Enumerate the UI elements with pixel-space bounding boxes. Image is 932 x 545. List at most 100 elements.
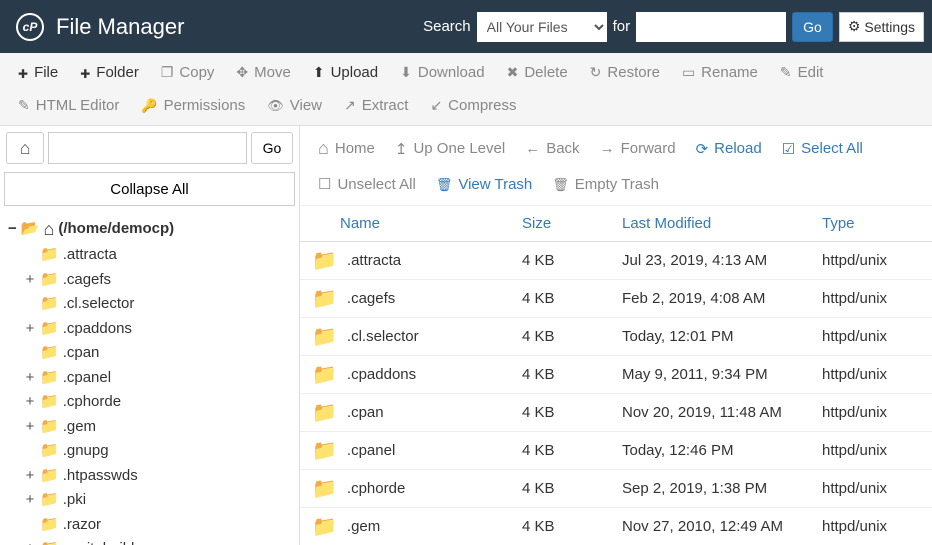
reload-button[interactable]: Reload xyxy=(688,132,770,165)
extract-button[interactable]: Extract xyxy=(334,90,418,121)
tree-node[interactable]: 📁.cpan xyxy=(24,341,295,366)
upload-button[interactable]: Upload xyxy=(303,57,388,88)
app-title: File Manager xyxy=(56,14,423,40)
up-one-level-button[interactable]: Up One Level xyxy=(387,132,513,165)
file-modified: Jul 23, 2019, 4:13 AM xyxy=(622,252,822,269)
tree-node-label: .cagefs xyxy=(63,269,111,292)
download-icon xyxy=(400,64,412,81)
tree-node-label: .gnupg xyxy=(63,440,109,463)
path-input[interactable] xyxy=(48,132,247,164)
file-table: Name Size Last Modified Type 📁.attracta4… xyxy=(300,206,932,545)
forward-button[interactable]: Forward xyxy=(592,132,684,165)
select-all-button[interactable]: Select All xyxy=(774,132,871,165)
edit-button[interactable]: Edit xyxy=(770,57,834,88)
path-go-button[interactable]: Go xyxy=(251,132,293,164)
table-row[interactable]: 📁.attracta4 KBJul 23, 2019, 4:13 AMhttpd… xyxy=(300,242,932,280)
file-label: File xyxy=(34,64,58,81)
table-row[interactable]: 📁.gem4 KBNov 27, 2010, 12:49 AMhttpd/uni… xyxy=(300,508,932,545)
rename-button[interactable]: Rename xyxy=(672,57,768,88)
table-header: Name Size Last Modified Type xyxy=(300,206,932,242)
expand-icon[interactable] xyxy=(24,514,36,537)
permissions-button[interactable]: Permissions xyxy=(131,90,255,121)
view-button[interactable]: View xyxy=(257,90,332,121)
html-editor-button[interactable]: HTML Editor xyxy=(8,90,129,121)
tree-node[interactable]: +📁.cpaddons xyxy=(24,317,295,342)
expand-icon[interactable]: + xyxy=(24,465,36,488)
extract-label: Extract xyxy=(362,97,409,114)
folder-icon: 📁 xyxy=(312,324,337,349)
uncheck-icon xyxy=(318,175,331,193)
collapse-all-button[interactable]: Collapse All xyxy=(4,172,295,206)
path-home-button[interactable] xyxy=(6,132,44,164)
expand-icon[interactable]: + xyxy=(24,318,36,341)
expand-icon[interactable] xyxy=(24,440,36,463)
table-row[interactable]: 📁.cl.selector4 KBToday, 12:01 PMhttpd/un… xyxy=(300,318,932,356)
delete-button[interactable]: Delete xyxy=(497,57,578,88)
tree-node[interactable]: +📁.gem xyxy=(24,415,295,440)
search-scope-select[interactable]: All Your Files xyxy=(477,12,607,42)
expand-icon[interactable]: + xyxy=(24,416,36,439)
tree-node[interactable]: +📁.pki xyxy=(24,488,295,513)
trash-icon xyxy=(552,176,569,193)
upload-icon xyxy=(313,64,325,81)
tree-node[interactable]: 📁.attracta xyxy=(24,243,295,268)
tree-node-label: .attracta xyxy=(63,244,117,267)
expand-icon[interactable]: + xyxy=(24,489,36,512)
tree-node[interactable]: 📁.razor xyxy=(24,513,295,538)
tree-node[interactable]: +📁.htpasswds xyxy=(24,464,295,489)
tree-node[interactable]: +📁.cagefs xyxy=(24,268,295,293)
table-row[interactable]: 📁.cpaddons4 KBMay 9, 2011, 9:34 PMhttpd/… xyxy=(300,356,932,394)
tree-node-label: .cpaddons xyxy=(63,318,132,341)
collapse-icon[interactable]: − xyxy=(8,218,17,241)
view-trash-label: View Trash xyxy=(458,176,532,193)
compress-button[interactable]: Compress xyxy=(420,90,526,121)
unselect-all-button[interactable]: Unselect All xyxy=(310,169,424,199)
col-modified[interactable]: Last Modified xyxy=(622,215,822,232)
expand-icon[interactable]: + xyxy=(24,391,36,414)
expand-icon[interactable] xyxy=(24,244,36,267)
back-button[interactable]: Back xyxy=(517,132,587,165)
restore-button[interactable]: Restore xyxy=(580,57,670,88)
search-go-button[interactable]: Go xyxy=(792,12,833,42)
empty-trash-button[interactable]: Empty Trash xyxy=(544,169,667,199)
search-input[interactable] xyxy=(636,12,786,42)
move-button[interactable]: Move xyxy=(226,57,300,88)
sidebar: Go Collapse All − 📂 (/home/democp) 📁.att… xyxy=(0,126,300,545)
expand-icon[interactable] xyxy=(24,293,36,316)
copy-button[interactable]: Copy xyxy=(151,57,225,88)
home-button[interactable]: Home xyxy=(310,132,383,165)
table-row[interactable]: 📁.cpan4 KBNov 20, 2019, 11:48 AMhttpd/un… xyxy=(300,394,932,432)
tree-node[interactable]: 📁.gnupg xyxy=(24,439,295,464)
new-file-button[interactable]: File xyxy=(8,57,68,88)
file-name: .cphorde xyxy=(347,480,405,497)
tree-node[interactable]: 📁.cl.selector xyxy=(24,292,295,317)
view-trash-button[interactable]: View Trash xyxy=(428,169,540,199)
expand-icon[interactable]: + xyxy=(24,367,36,390)
table-row[interactable]: 📁.cphorde4 KBSep 2, 2019, 1:38 PMhttpd/u… xyxy=(300,470,932,508)
folder-icon: 📁 xyxy=(312,514,337,539)
expand-icon[interactable]: + xyxy=(24,269,36,292)
col-size[interactable]: Size xyxy=(522,215,622,232)
table-row[interactable]: 📁.cagefs4 KBFeb 2, 2019, 4:08 AMhttpd/un… xyxy=(300,280,932,318)
file-type: httpd/unix xyxy=(822,366,920,383)
folder-icon: 📁 xyxy=(40,440,59,463)
folder-icon: 📁 xyxy=(40,391,59,414)
tree-node-label: .cpanel xyxy=(63,367,111,390)
file-size: 4 KB xyxy=(522,366,622,383)
html-editor-label: HTML Editor xyxy=(36,97,120,114)
expand-icon[interactable] xyxy=(24,342,36,365)
col-name[interactable]: Name xyxy=(312,215,522,232)
col-type[interactable]: Type xyxy=(822,215,920,232)
tree-node[interactable]: +📁.cphorde xyxy=(24,390,295,415)
file-size: 4 KB xyxy=(522,518,622,535)
tree-node[interactable]: +📁.cpanel xyxy=(24,366,295,391)
file-modified: Nov 20, 2019, 11:48 AM xyxy=(622,404,822,421)
folder-icon: 📁 xyxy=(40,244,59,267)
download-button[interactable]: Download xyxy=(390,57,494,88)
table-row[interactable]: 📁.cpanel4 KBToday, 12:46 PMhttpd/unix xyxy=(300,432,932,470)
tree-root[interactable]: − 📂 (/home/democp) xyxy=(8,216,295,243)
new-folder-button[interactable]: Folder xyxy=(70,57,149,88)
file-modified: Nov 27, 2010, 12:49 AM xyxy=(622,518,822,535)
settings-button[interactable]: Settings xyxy=(839,12,924,42)
file-name: .cl.selector xyxy=(347,328,419,345)
